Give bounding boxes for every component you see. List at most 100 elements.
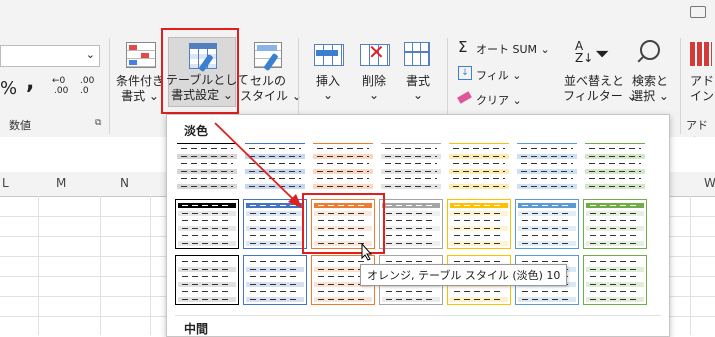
thumbnail-dash bbox=[522, 205, 572, 206]
thumbnail-row bbox=[586, 218, 644, 223]
thumbnail-dash bbox=[521, 148, 573, 149]
thumbnail-row bbox=[178, 240, 236, 246]
thumbnail-dash bbox=[454, 298, 504, 300]
comma-style-button[interactable]: , bbox=[26, 70, 34, 95]
thumbnail-row bbox=[586, 225, 644, 231]
thumbnail-row bbox=[585, 168, 645, 174]
insert-caret: ⌄ bbox=[322, 88, 334, 102]
group-separator bbox=[680, 38, 681, 134]
thumbnail-dash bbox=[589, 185, 641, 187]
format-cells-caret: ⌄ bbox=[412, 88, 424, 102]
thumbnail-top-border bbox=[381, 143, 441, 144]
thumbnail-dash bbox=[385, 185, 437, 187]
thumbnail-row bbox=[178, 274, 236, 279]
table-style-thumbnail[interactable] bbox=[379, 199, 443, 249]
table-style-thumbnail[interactable] bbox=[515, 199, 579, 249]
percent-style-button[interactable]: % bbox=[0, 78, 17, 99]
thumbnail-row bbox=[517, 146, 577, 151]
column-header-l[interactable]: L bbox=[2, 176, 9, 190]
thumbnail-dash bbox=[454, 220, 504, 221]
thumbnail-row bbox=[586, 240, 644, 246]
table-style-thumbnail[interactable] bbox=[175, 255, 239, 305]
find-select-label-2: 選択 ⌄ bbox=[631, 89, 669, 103]
thumbnail-dash bbox=[522, 242, 572, 244]
find-select-button[interactable]: 検索と 選択 ⌄ bbox=[626, 38, 674, 110]
thumbnail-dash bbox=[317, 155, 369, 157]
thumbnail-row bbox=[178, 218, 236, 223]
table-style-thumbnail[interactable] bbox=[583, 255, 647, 305]
thumbnail-row bbox=[586, 266, 644, 272]
thumbnail-row bbox=[382, 296, 440, 302]
group-separator bbox=[109, 38, 110, 134]
table-style-thumbnail[interactable] bbox=[379, 143, 443, 193]
thumbnail-top-border bbox=[585, 143, 645, 144]
thumbnail-dash bbox=[454, 261, 504, 262]
thumbnail-row bbox=[449, 183, 509, 189]
thumbnail-row bbox=[450, 240, 508, 246]
number-group-label: 数値 bbox=[9, 119, 31, 132]
thumbnail-dash bbox=[386, 227, 436, 229]
conditional-format-icon bbox=[126, 42, 156, 68]
table-style-thumbnail[interactable] bbox=[447, 199, 511, 249]
cell-styles-label-2: スタイル ⌄ bbox=[240, 89, 302, 103]
column-header-w[interactable]: W bbox=[704, 176, 715, 190]
thumbnail-row bbox=[586, 274, 644, 279]
table-style-thumbnail[interactable] bbox=[583, 143, 647, 193]
insert-button[interactable]: 挿入 ⌄ bbox=[306, 38, 350, 110]
thumbnail-dash bbox=[182, 227, 232, 229]
thumbnail-row bbox=[313, 153, 373, 159]
thumbnail-dash bbox=[250, 283, 300, 285]
thumbnail-row bbox=[381, 161, 441, 166]
thumbnail-dash bbox=[318, 298, 368, 300]
thumbnail-dash bbox=[521, 185, 573, 187]
autosum-button[interactable]: Σ オート SUM ⌄ bbox=[456, 38, 566, 58]
conditional-format-label-2: 書式 ⌄ bbox=[121, 89, 159, 103]
thumbnail-row bbox=[382, 289, 440, 294]
thumbnail-dash bbox=[385, 148, 437, 149]
cell-styles-button[interactable]: セルの スタイル ⌄ bbox=[240, 38, 302, 110]
column-header-m[interactable]: M bbox=[56, 176, 66, 190]
thumbnail-dash bbox=[182, 235, 232, 236]
delete-label: 削除 bbox=[361, 74, 386, 88]
number-format-dropdown[interactable]: ⌄ bbox=[0, 45, 100, 67]
increase-decimal-button[interactable]: ←0 .00 bbox=[52, 76, 72, 100]
red-arrow-line bbox=[214, 122, 297, 203]
ribbon-collapse-icon[interactable] bbox=[690, 6, 706, 18]
thumbnail-dash bbox=[454, 205, 504, 206]
thumbnail-dash bbox=[386, 220, 436, 221]
thumbnail-top-border bbox=[449, 143, 509, 144]
filter-funnel-icon: ⏷ bbox=[595, 44, 610, 65]
decrease-decimal-button[interactable]: .00 .0 bbox=[80, 76, 102, 100]
thumbnail-dash bbox=[317, 148, 369, 149]
clear-button[interactable]: クリア ⌄ bbox=[456, 91, 536, 109]
chevron-down-icon: ⌄ bbox=[85, 48, 95, 61]
thumbnail-dash bbox=[590, 220, 640, 221]
thumbnail-dash bbox=[250, 242, 300, 244]
table-style-thumbnail[interactable] bbox=[311, 143, 375, 193]
thumbnail-row bbox=[246, 266, 304, 272]
thumbnail-dash bbox=[453, 163, 505, 164]
thumbnail-dash bbox=[590, 205, 640, 206]
addins-button[interactable]: アド イン bbox=[684, 38, 715, 110]
dialog-launcher-icon[interactable]: ⧉ bbox=[95, 118, 101, 128]
close-x-icon: ✕ bbox=[368, 40, 385, 64]
conditional-format-button[interactable]: 条件付き 書式 ⌄ bbox=[114, 38, 166, 110]
thumbnail-dash bbox=[589, 178, 641, 179]
thumbnail-dash bbox=[182, 268, 232, 270]
fill-button[interactable]: ↓ フィル ⌄ bbox=[456, 66, 536, 84]
thumbnail-dash bbox=[590, 268, 640, 270]
delete-button[interactable]: ✕ 削除 ⌄ bbox=[352, 38, 396, 110]
table-style-thumbnail[interactable] bbox=[243, 255, 307, 305]
sort-filter-button[interactable]: A Z↓ ⏷ 並べ替えと フィルター ⌄ bbox=[563, 38, 637, 110]
addins-icon bbox=[690, 42, 712, 66]
format-cells-button[interactable]: 書式 ⌄ bbox=[396, 38, 440, 110]
column-header-n[interactable]: N bbox=[120, 176, 129, 190]
conditional-format-label: 条件付き bbox=[115, 74, 164, 88]
sigma-icon: Σ bbox=[458, 38, 468, 56]
thumbnail-row bbox=[382, 218, 440, 223]
table-style-thumbnail[interactable] bbox=[447, 143, 511, 193]
table-style-thumbnail[interactable] bbox=[515, 143, 579, 193]
thumbnail-row bbox=[246, 218, 304, 223]
table-style-thumbnail[interactable] bbox=[583, 199, 647, 249]
thumbnail-row bbox=[381, 183, 441, 189]
